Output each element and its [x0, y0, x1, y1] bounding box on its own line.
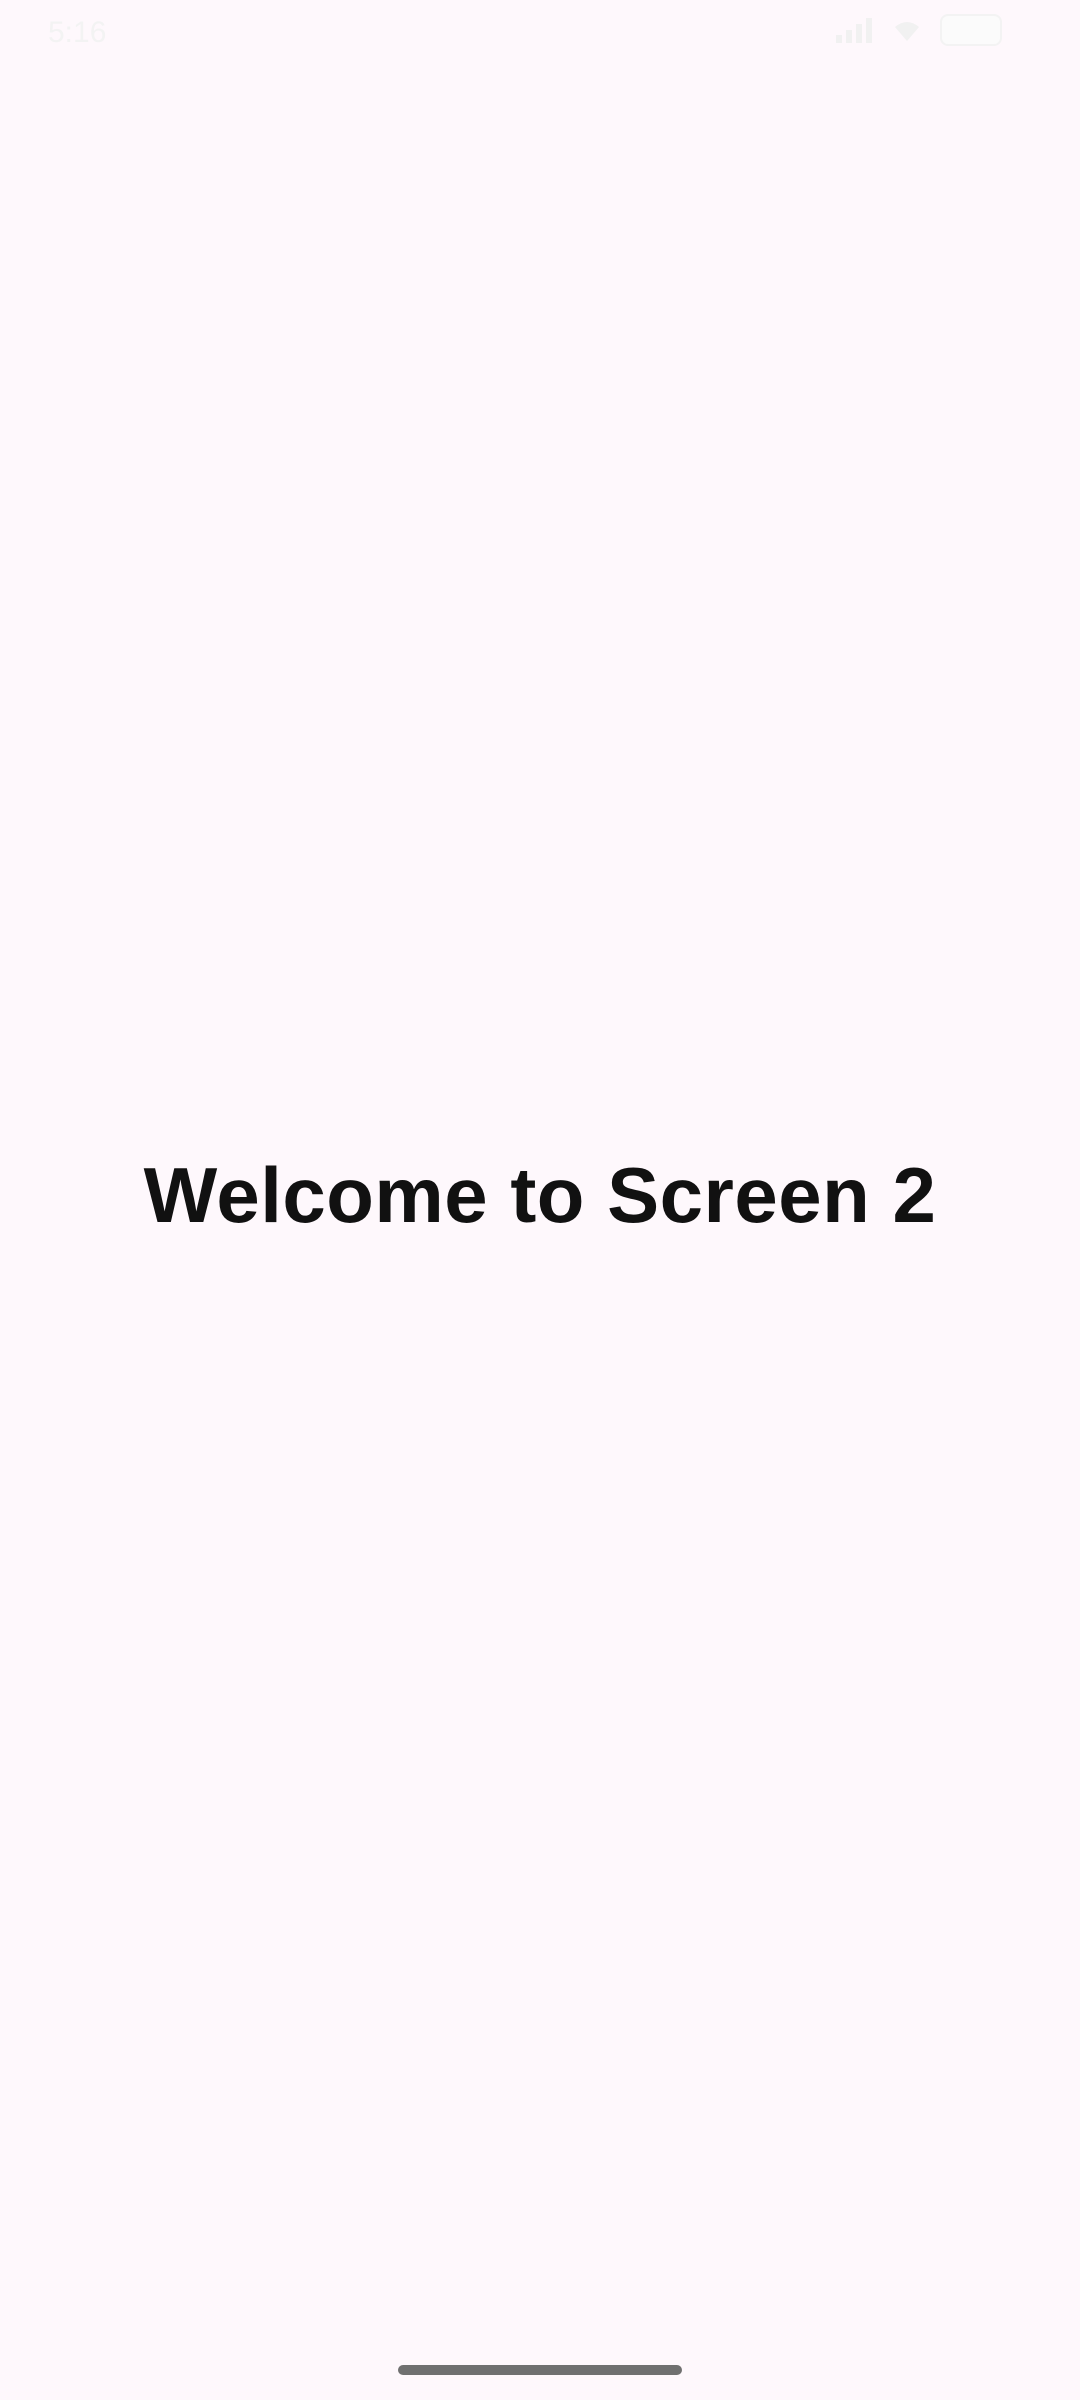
signal-icon — [836, 18, 872, 43]
battery-icon — [940, 14, 1002, 46]
status-icons — [834, 14, 1002, 46]
page-title: Welcome to Screen 2 — [143, 1151, 937, 1239]
wifi-icon — [895, 22, 919, 41]
home-gesture-handle[interactable] — [398, 2365, 682, 2375]
status-bar: 5:16 — [0, 0, 1080, 64]
status-time: 5:16 — [48, 16, 107, 49]
